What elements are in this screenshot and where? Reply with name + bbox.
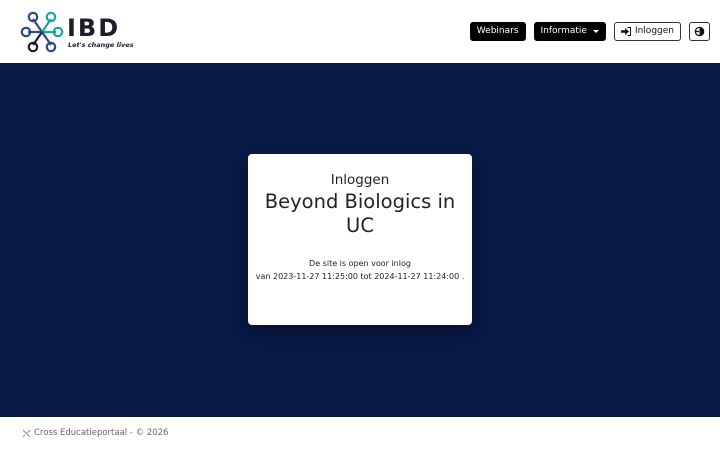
webinars-button[interactable]: Webinars [469, 22, 526, 41]
main-content: Inloggen Beyond Biologics in UC De site … [0, 63, 720, 417]
ibd-molecule-logo-icon [20, 11, 64, 53]
login-button[interactable]: Inloggen [613, 22, 681, 41]
logo-wordmark: IBD [67, 14, 121, 42]
site-footer: Cross Educatieportaal - © 2026 [0, 417, 720, 450]
top-nav: Webinars Informatie Inloggen [469, 22, 710, 41]
availability-line-2: van 2023-11-27 11:25:00 tot 2024-11-27 1… [255, 271, 465, 281]
login-label: Inloggen [634, 26, 674, 36]
card-subtitle: Inloggen [330, 172, 390, 188]
availability-line-1: De site is open voor inlog [309, 259, 411, 268]
contrast-toggle-icon [694, 26, 705, 37]
sign-in-icon [620, 27, 631, 36]
caret-down-icon [592, 30, 599, 33]
site-header: IBD Let's change lives Webinars Informat… [0, 0, 720, 63]
logo-tagline: Let's change lives [68, 41, 134, 49]
informatie-label: Informatie [540, 26, 587, 36]
informatie-dropdown-button[interactable]: Informatie [533, 22, 606, 41]
login-card: Inloggen Beyond Biologics in UC De site … [248, 154, 472, 325]
cross-logo-icon [22, 429, 31, 437]
course-title: Beyond Biologics in UC [264, 190, 456, 237]
footer-text: Cross Educatieportaal - © 2026 [34, 428, 169, 438]
contrast-toggle-button[interactable] [689, 22, 710, 41]
webinars-label: Webinars [476, 26, 519, 36]
ibd-logo[interactable]: IBD Let's change lives [20, 9, 134, 55]
footer-credit: Cross Educatieportaal - © 2026 [22, 428, 168, 438]
availability-message: De site is open voor inlog van 2023-11-2… [248, 258, 472, 283]
